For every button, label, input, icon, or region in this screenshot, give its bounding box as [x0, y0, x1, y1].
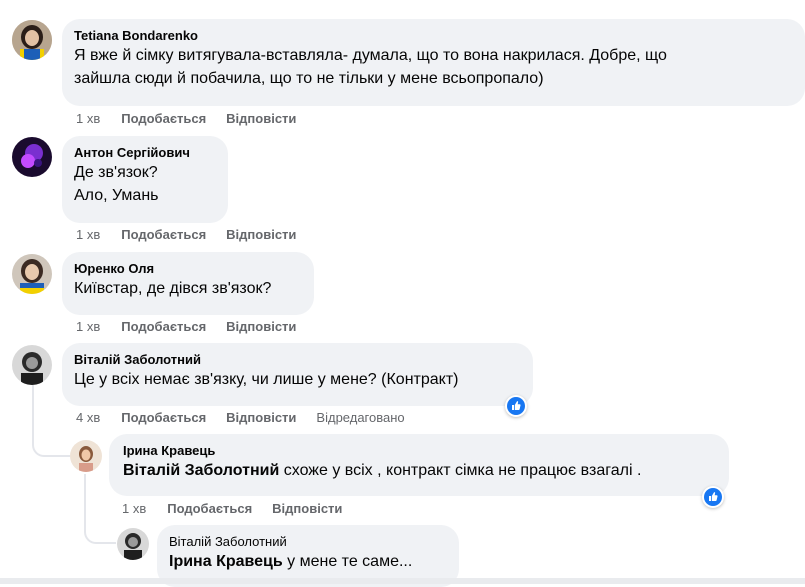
- avatar-photo-icon: [12, 254, 52, 294]
- comment-text-line: Де зв'язок?: [74, 164, 158, 181]
- avatar-photo-icon: [70, 440, 102, 472]
- comment-bubble: Ірина Кравець Віталій Заболотний схоже у…: [109, 434, 729, 496]
- comment-actions: 4 хв Подобається Відповісти Відредагован…: [76, 410, 405, 426]
- mention-link[interactable]: Ірина Кравець: [169, 553, 283, 570]
- like-button[interactable]: Подобається: [121, 410, 206, 426]
- avatar[interactable]: [70, 440, 102, 472]
- comment-bubble: Антон Сергійович Де зв'язок? Ало, Умань: [62, 136, 228, 223]
- comment-actions: 1 хв Подобається Відповісти: [122, 501, 362, 517]
- comment-bubble: Віталій Заболотний Це у всіх немає зв'яз…: [62, 343, 533, 406]
- avatar-photo-icon: [12, 20, 52, 60]
- like-button[interactable]: Подобається: [121, 111, 206, 127]
- comment-bubble: Tetiana Bondarenko Я вже й сімку витягув…: [62, 19, 805, 106]
- reply-button[interactable]: Відповісти: [226, 319, 296, 335]
- comment-actions: 1 хв Подобається Відповісти: [76, 111, 316, 127]
- comment-text-line: Ало, Умань: [74, 187, 159, 204]
- comment-timestamp[interactable]: 1 хв: [76, 227, 100, 243]
- comment-author[interactable]: Антон Сергійович: [74, 144, 216, 161]
- like-button[interactable]: Подобається: [121, 319, 206, 335]
- comment-author[interactable]: Віталій Заболотний: [169, 533, 447, 550]
- avatar[interactable]: [12, 137, 52, 177]
- comment-actions: 1 хв Подобається Відповісти: [76, 227, 316, 243]
- avatar-photo-icon: [12, 345, 52, 385]
- comment-timestamp[interactable]: 1 хв: [76, 319, 100, 335]
- comment-bubble: Юренко Оля Київстар, де дівся зв'язок?: [62, 252, 314, 315]
- reply-button[interactable]: Відповісти: [226, 227, 296, 243]
- comment-author[interactable]: Юренко Оля: [74, 260, 302, 277]
- thumbs-up-icon: [507, 397, 525, 415]
- like-button[interactable]: Подобається: [121, 227, 206, 243]
- comment-text-line: Це у всіх немає зв'язку, чи лише у мене?…: [74, 371, 459, 388]
- thumbs-up-icon: [704, 488, 722, 506]
- edited-label[interactable]: Відредаговано: [316, 410, 404, 426]
- comment-text-body: схоже у всіх , контракт сімка не працює …: [283, 462, 642, 479]
- scroll-edge: [0, 578, 805, 584]
- comment-text-line: зайшла сюди й побачила, що то не тільки …: [74, 70, 544, 87]
- comment-author[interactable]: Ірина Кравець: [123, 442, 717, 459]
- comment-author[interactable]: Віталій Заболотний: [74, 351, 521, 368]
- mention-link[interactable]: Віталій Заболотний: [123, 462, 279, 479]
- like-button[interactable]: Подобається: [167, 501, 252, 517]
- reply-button[interactable]: Відповісти: [226, 410, 296, 426]
- avatar-photo-icon: [117, 528, 149, 560]
- comment-text: Віталій Заболотний схоже у всіх , контра…: [123, 459, 717, 482]
- avatar[interactable]: [12, 20, 52, 60]
- comment-actions: 1 хв Подобається Відповісти: [76, 319, 316, 335]
- reaction-badge[interactable]: [505, 395, 527, 417]
- comment-text-body: у мене те саме...: [287, 553, 413, 570]
- thread-connector: [84, 510, 116, 544]
- reply-button[interactable]: Відповісти: [226, 111, 296, 127]
- reaction-badge[interactable]: [702, 486, 724, 508]
- thread-connector: [32, 420, 70, 457]
- avatar[interactable]: [12, 254, 52, 294]
- comment-text-line: Київстар, де дівся зв'язок?: [74, 280, 272, 297]
- avatar[interactable]: [12, 345, 52, 385]
- comment-timestamp[interactable]: 1 хв: [122, 501, 146, 517]
- comment-timestamp[interactable]: 1 хв: [76, 111, 100, 127]
- reply-button[interactable]: Відповісти: [272, 501, 342, 517]
- comment-author[interactable]: Tetiana Bondarenko: [74, 27, 793, 44]
- comment-text: Ірина Кравець у мене те саме...: [169, 550, 447, 573]
- avatar[interactable]: [117, 528, 149, 560]
- comment-timestamp[interactable]: 4 хв: [76, 410, 100, 426]
- avatar-photo-icon: [12, 137, 52, 177]
- comment-text-line: Я вже й сімку витягувала-вставляла- дума…: [74, 47, 667, 64]
